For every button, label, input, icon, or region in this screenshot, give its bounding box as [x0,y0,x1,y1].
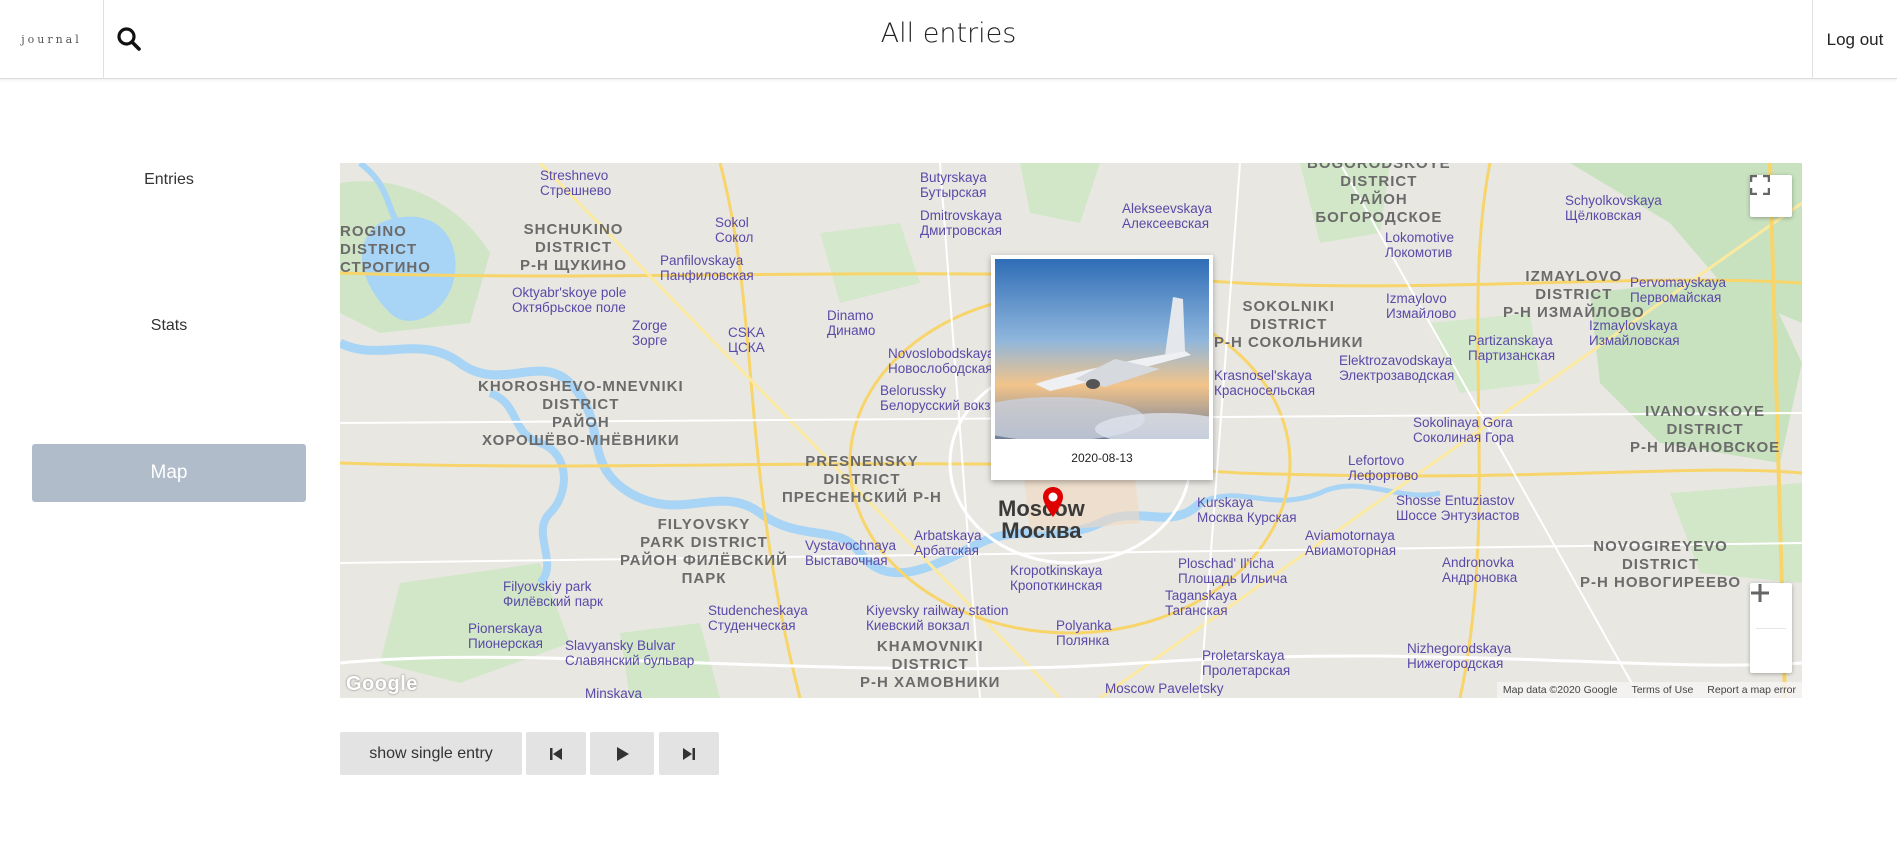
station-label: Shosse Entuziastov Шоссе Энтузиастов [1396,493,1520,523]
skip-back-icon [550,747,562,760]
station-label: Dinamo Динамо [827,308,876,338]
fullscreen-icon[interactable] [1750,175,1792,217]
station-label: Kropotkinskaya Кропоткинская [1010,563,1103,593]
report-error-link[interactable]: Report a map error [1707,684,1796,696]
station-label: Kurskaya Москва Курская [1197,495,1297,525]
station-label: Nizhegorodskaya Нижегородская [1407,641,1512,671]
station-label: Pervomayskaya Первомайская [1630,275,1727,305]
station-label: Proletarskaya Пролетарская [1202,648,1291,678]
station-label: Sokolinaya Gora Соколиная Гора [1413,415,1514,445]
page-title: All entries [880,18,1017,49]
skip-forward-icon [683,747,695,760]
station-label: Krasnosel'skaya Красносельская [1214,368,1316,398]
station-label: Streshnevo Стрешнево [540,168,612,198]
skip-forward-button[interactable] [659,732,719,775]
station-label: Studencheskaya Студенческая [708,603,808,633]
station-label: Lefortovo Лефортово [1348,453,1419,483]
station-label: Dmitrovskaya Дмитровская [920,208,1002,238]
district-label: FILYOVSKY PARK DISTRICT РАЙОН ФИЛЁВСКИЙ ПАР… [620,516,788,587]
map-view[interactable]: ROGINO DISTRICT СТРОГИНО SHCHUKINO DISTRICT… [340,163,1802,698]
station-label: Izmaylovo Измайлово [1386,291,1457,321]
district-label: SHCHUKINO DISTRICT Р-Н ЩУКИНО [520,221,628,274]
zoom-divider [1756,628,1786,629]
logout-button[interactable]: Log out [1812,0,1897,79]
station-label: Andronovka Андроновка [1442,555,1518,585]
district-label: BOGORODSKOYE DISTRICT РАЙОН БОГОРОДСКОЕ [1307,163,1451,226]
station-label: Novoslobodskaya Новослободская [888,346,995,376]
station-label: Partizanskaya Партизанская [1468,333,1556,363]
entry-date: 2020-08-13 [1071,451,1133,465]
show-single-entry-button[interactable]: show single entry [340,732,522,775]
station-label: Taganskaya Таганская [1165,588,1238,618]
district-label: SOKOLNIKI DISTRICT Р-Н СОКОЛЬНИКИ [1214,298,1364,351]
district-label: ROGINO DISTRICT СТРОГИНО [340,223,431,276]
station-label: Schyolkovskaya Щёлковская [1565,193,1662,223]
play-icon [617,746,629,761]
map-attribution: Map data ©2020 Google Terms of Use Repor… [1496,682,1802,698]
district-label: KHOROSHEVO-MNEVNIKI DISTRICT РАЙОН ХОРОШЁВО… [478,378,684,449]
play-button[interactable] [590,732,654,775]
district-label: IZMAYLOVO DISTRICT Р-Н ИЗМАЙЛОВО [1503,268,1645,321]
google-logo[interactable]: Google [346,673,418,696]
station-label: Panfilovskaya Панфиловская [660,253,754,283]
district-label: PRESNENSKY DISTRICT ПРЕСНЕНСКИЙ Р-Н [782,453,942,506]
sidebar-item-entries[interactable]: Entries [32,171,306,189]
station-label: CSKA ЦСКА [728,325,765,355]
station-label: Lokomotive Локомотив [1385,230,1455,260]
station-label: Ploschad' Il'icha Площадь Ильича [1178,556,1288,586]
entry-photo[interactable] [995,259,1209,439]
district-label: IVANOVSKOYE DISTRICT Р-Н ИВАНОВСКОЕ [1630,403,1781,456]
terms-link[interactable]: Terms of Use [1631,684,1693,696]
station-label: Kiyevsky railway station Киевский вокзал [866,603,1009,633]
station-label: Polyanka Полянка [1056,618,1112,648]
station-label: Izmaylovskaya Измайловская [1589,318,1680,348]
station-label: Butyrskaya Бутырская [920,170,987,200]
station-label: Vystavochnaya Выставочная [805,538,897,568]
map-data-credit: Map data ©2020 Google [1502,684,1618,696]
station-label: Moscow Paveletsky [1105,681,1224,696]
district-label: NOVOGIREYEVO DISTRICT Р-Н НОВОГИРЕЕВО [1580,538,1742,591]
station-label: Filyovskiy park Филёвский парк [503,579,603,609]
zoom-controls [1750,583,1792,673]
top-navbar: journal All entries Log out [0,0,1897,79]
station-label: Sokol Сокол [715,215,754,245]
station-label: Oktyabr'skoye pole Октябрьское поле [512,285,627,315]
sidebar-item-stats[interactable]: Stats [32,317,306,335]
station-label: Belorussky Белорусский вокзал [880,383,1006,413]
station-label: Zorge Зорге [632,318,668,348]
station-label: Minskaya [585,686,643,698]
station-label: Slavyansky Bulvar Славянский бульвар [565,638,695,668]
entry-popup[interactable]: 2020-08-13 [991,255,1213,480]
station-label: Pionerskaya Пионерская [468,621,543,651]
station-label: Elektrozavodskaya Электрозаводская [1339,353,1455,383]
zoom-out-icon[interactable] [1750,591,1792,673]
station-label: Arbatskaya Арбатская [914,528,982,558]
sidebar-item-map[interactable]: Map [32,444,306,502]
station-label: Alekseevskaya Алексеевская [1122,201,1213,231]
station-label: Aviamotornaya Авиамоторная [1305,528,1397,558]
skip-back-button[interactable] [526,732,586,775]
district-label: KHAMOVNIKI DISTRICT Р-Н ХАМОВНИКИ [860,638,1001,691]
city-label-cyrillic: Москва [1001,518,1082,543]
